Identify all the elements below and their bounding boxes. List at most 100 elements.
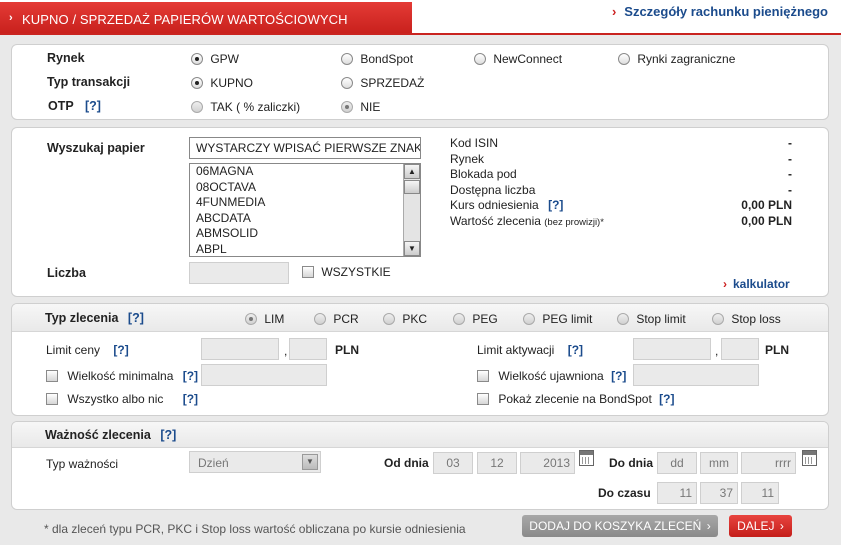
to-date-label: Do dnia [609, 456, 653, 470]
min-size-input[interactable] [201, 364, 327, 386]
ref-help-link[interactable]: [?] [548, 198, 563, 212]
visible-size-checkbox[interactable]: Wielkość ujawniona [?] [477, 369, 626, 383]
info-row: Kod ISIN - [450, 136, 792, 150]
all-or-none-help-link[interactable]: [?] [183, 392, 198, 406]
radio-icon[interactable] [341, 53, 353, 65]
visible-size-input[interactable] [633, 364, 759, 386]
radio-icon[interactable] [314, 313, 326, 325]
radio-icon[interactable] [617, 313, 629, 325]
add-to-basket-button[interactable]: DODAJ DO KOSZYKA ZLECEŃ › [522, 515, 718, 537]
otp-radio-no[interactable]: NIE [341, 100, 380, 114]
calendar-icon[interactable] [579, 450, 594, 466]
radio-icon[interactable] [523, 313, 535, 325]
price-limit-int-input[interactable] [201, 338, 279, 360]
scrollbar[interactable]: ▲ ▼ [403, 164, 420, 256]
radio-icon[interactable] [618, 53, 630, 65]
price-limit-dec-input[interactable] [289, 338, 327, 360]
checkbox-icon[interactable] [477, 393, 489, 405]
account-details-link[interactable]: › Szczegóły rachunku pieniężnego [612, 4, 828, 19]
market-radio-newconnect[interactable]: NewConnect [474, 52, 562, 66]
radio-icon[interactable] [474, 53, 486, 65]
list-item[interactable]: ABCDATA [190, 211, 420, 227]
info-row: Rynek - [450, 151, 792, 166]
chevron-right-icon: › [723, 277, 727, 291]
scroll-down-icon[interactable]: ▼ [404, 241, 420, 256]
calculator-link[interactable]: › kalkulator [723, 277, 790, 291]
checkbox-icon[interactable] [477, 370, 489, 382]
min-size-checkbox[interactable]: Wielkość minimalna [?] [46, 369, 198, 383]
order-radio-pkc[interactable]: PKC [383, 312, 427, 326]
security-listbox[interactable]: 06MAGNA 08OCTAVA 4FUNMEDIA ABCDATA ABMSO… [189, 163, 421, 257]
all-or-none-checkbox[interactable]: Wszystko albo nic [?] [46, 392, 198, 406]
show-bondspot-checkbox[interactable]: Pokaż zlecenie na BondSpot [?] [477, 392, 674, 406]
time-hour-input[interactable]: 11 [657, 482, 697, 504]
to-day-input[interactable]: dd [657, 452, 697, 474]
time-second-input[interactable]: 11 [741, 482, 779, 504]
from-date-label: Od dnia [384, 456, 429, 470]
market-radio-foreign[interactable]: Rynki zagraniczne [618, 52, 735, 66]
validity-type-select[interactable]: Dzień ▼ [189, 451, 321, 473]
otp-help-link[interactable]: [?] [85, 99, 101, 113]
visible-size-help-link[interactable]: [?] [611, 369, 626, 383]
search-label: Wyszukaj papier [47, 141, 145, 155]
radio-icon[interactable] [383, 313, 395, 325]
radio-icon[interactable] [341, 101, 353, 113]
scroll-up-icon[interactable]: ▲ [404, 164, 420, 179]
checkbox-icon[interactable] [302, 266, 314, 278]
radio-icon[interactable] [453, 313, 465, 325]
calendar-icon[interactable] [802, 450, 817, 466]
search-input[interactable]: WYSTARCZY WPISAĆ PIERWSZE ZNAKI [189, 137, 421, 159]
validity-type-value: Dzień [198, 456, 229, 470]
radio-icon[interactable] [191, 77, 203, 89]
order-radio-lim[interactable]: LIM [245, 312, 284, 326]
order-radio-stop-loss[interactable]: Stop loss [712, 312, 781, 326]
page-tab[interactable]: › KUPNO / SPRZEDAŻ PAPIERÓW WARTOŚCIOWYC… [0, 2, 412, 34]
otp-radio-yes[interactable]: TAK ( % zaliczki) [191, 100, 300, 114]
order-type-label: Typ zlecenia [?] [45, 311, 144, 325]
all-checkbox[interactable]: WSZYSTKIE [302, 265, 391, 279]
order-radio-stop-limit[interactable]: Stop limit [617, 312, 686, 326]
radio-icon[interactable] [191, 53, 203, 65]
radio-icon[interactable] [245, 313, 257, 325]
checkbox-icon[interactable] [46, 370, 58, 382]
list-item[interactable]: 06MAGNA [190, 164, 420, 180]
radio-icon[interactable] [341, 77, 353, 89]
activation-limit-dec-input[interactable] [721, 338, 759, 360]
chevron-right-icon: › [611, 4, 617, 19]
order-radio-peg[interactable]: PEG [453, 312, 498, 326]
list-item[interactable]: 4FUNMEDIA [190, 195, 420, 211]
chevron-down-icon[interactable]: ▼ [302, 454, 318, 470]
info-row: Dostępna liczba - [450, 182, 792, 197]
min-size-help-link[interactable]: [?] [183, 369, 198, 383]
market-radio-bondspot[interactable]: BondSpot [341, 52, 413, 66]
scroll-thumb[interactable] [404, 180, 420, 194]
validity-help-link[interactable]: [?] [160, 428, 176, 442]
list-item[interactable]: ABMSOLID [190, 226, 420, 242]
show-bondspot-help-link[interactable]: [?] [659, 392, 674, 406]
from-month-input[interactable]: 12 [477, 452, 517, 474]
transaction-radio-sell[interactable]: SPRZEDAŻ [341, 76, 424, 90]
list-item[interactable]: 08OCTAVA [190, 180, 420, 196]
to-year-input[interactable]: rrrr [741, 452, 796, 474]
from-day-input[interactable]: 03 [433, 452, 473, 474]
activation-limit-help-link[interactable]: [?] [568, 343, 583, 357]
list-item[interactable]: ABPL [190, 242, 420, 257]
order-type-help-link[interactable]: [?] [128, 311, 144, 325]
activation-limit-int-input[interactable] [633, 338, 711, 360]
price-limit-help-link[interactable]: [?] [113, 343, 128, 357]
divider [0, 33, 841, 35]
page-title: KUPNO / SPRZEDAŻ PAPIERÓW WARTOŚCIOWYCH [22, 12, 348, 27]
from-year-input[interactable]: 2013 [520, 452, 575, 474]
quantity-input[interactable] [189, 262, 289, 284]
market-radio-gpw[interactable]: GPW [191, 52, 239, 66]
radio-icon[interactable] [712, 313, 724, 325]
order-radio-pcr[interactable]: PCR [314, 312, 359, 326]
order-radio-peg-limit[interactable]: PEG limit [523, 312, 592, 326]
time-minute-input[interactable]: 37 [700, 482, 738, 504]
checkbox-icon[interactable] [46, 393, 58, 405]
info-row: Blokada pod - [450, 167, 792, 181]
transaction-radio-buy[interactable]: KUPNO [191, 76, 253, 90]
next-button[interactable]: DALEJ › [729, 515, 792, 537]
to-month-input[interactable]: mm [700, 452, 738, 474]
radio-icon[interactable] [191, 101, 203, 113]
